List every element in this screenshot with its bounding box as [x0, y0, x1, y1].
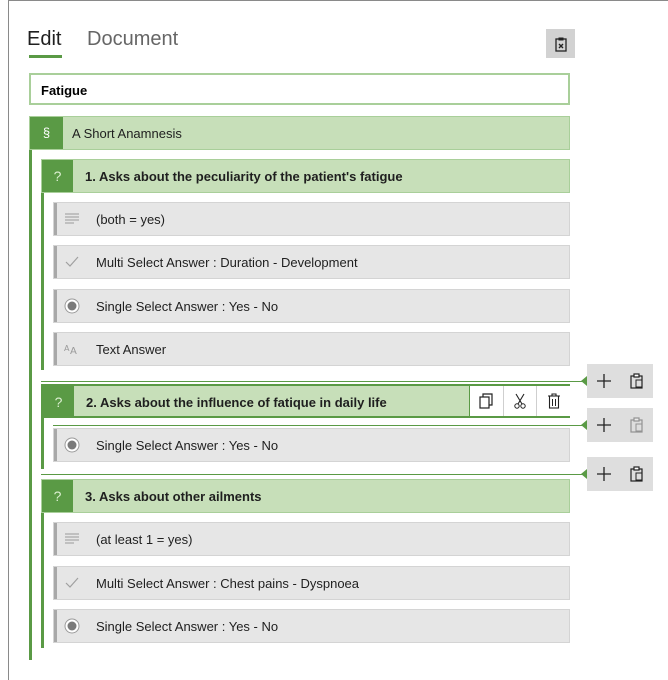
question-3-tree-line	[41, 512, 44, 648]
answer-label: Single Select Answer : Yes - No	[96, 438, 279, 453]
add-button[interactable]	[587, 364, 620, 398]
section-header[interactable]: § A Short Anamnesis	[29, 116, 570, 150]
answer-strip	[54, 290, 57, 322]
text-size-icon: AA	[63, 341, 81, 357]
question-label: 1. Asks about the peculiarity of the pat…	[85, 169, 403, 184]
insert-toolbar	[581, 408, 653, 442]
answer-item[interactable]: (at least 1 = yes)	[53, 522, 570, 556]
plus-icon	[596, 418, 611, 432]
lines-icon	[63, 531, 81, 547]
question-icon: ?	[43, 386, 74, 418]
question-icon: ?	[42, 160, 73, 192]
clear-clipboard-button[interactable]	[546, 29, 575, 58]
copy-icon	[479, 393, 493, 409]
radio-icon	[63, 437, 81, 453]
checkmark-icon	[63, 254, 81, 270]
section-label: A Short Anamnesis	[72, 126, 182, 141]
radio-icon	[63, 298, 81, 314]
question-item[interactable]: ? 3. Asks about other ailments	[41, 479, 570, 513]
scissors-icon	[514, 393, 526, 409]
cut-button[interactable]	[504, 386, 538, 416]
question-item-selected[interactable]: ? 2. Asks about the influence of fatique…	[41, 384, 570, 418]
insert-toolbar	[581, 457, 653, 491]
insert-line	[53, 425, 587, 426]
question-2-tree-line	[41, 416, 44, 469]
checkmark-icon	[63, 575, 81, 591]
tab-document[interactable]: Document	[87, 28, 178, 51]
document-title-field[interactable]: Fatigue	[29, 73, 570, 105]
radio-icon	[63, 618, 81, 634]
answer-strip	[54, 429, 57, 461]
answer-item[interactable]: Multi Select Answer : Chest pains - Dysp…	[53, 566, 570, 600]
answer-label: (both = yes)	[96, 212, 166, 227]
answer-strip	[54, 567, 57, 599]
question-label: 2. Asks about the influence of fatique i…	[86, 395, 387, 410]
answer-item[interactable]: Single Select Answer : Yes - No	[53, 428, 570, 462]
answer-item[interactable]: Single Select Answer : Yes - No	[53, 609, 570, 643]
answer-strip	[54, 610, 57, 642]
answer-strip	[54, 523, 57, 555]
question-icon: ?	[42, 480, 73, 512]
answer-strip	[54, 246, 57, 278]
lines-icon	[63, 211, 81, 227]
insert-arrow	[581, 420, 587, 430]
active-tab-indicator	[29, 55, 62, 58]
answer-label: Single Select Answer : Yes - No	[96, 299, 279, 314]
plus-icon	[596, 374, 611, 388]
answer-item[interactable]: (both = yes)	[53, 202, 570, 236]
copy-button[interactable]	[470, 386, 504, 416]
plus-icon	[596, 467, 611, 481]
answer-item[interactable]: Multi Select Answer : Duration - Develop…	[53, 245, 570, 279]
insert-toolbar	[581, 364, 653, 398]
tab-edit[interactable]: Edit	[27, 28, 61, 51]
question-actions	[469, 386, 570, 416]
question-item[interactable]: ? 1. Asks about the peculiarity of the p…	[41, 159, 570, 193]
insert-arrow	[581, 469, 587, 479]
answer-label: Multi Select Answer : Chest pains - Dysp…	[96, 576, 360, 591]
answer-strip	[54, 333, 57, 365]
paste-button[interactable]	[620, 457, 653, 491]
answer-label: (at least 1 = yes)	[96, 532, 193, 547]
insert-line	[41, 381, 587, 382]
clipboard-x-icon	[554, 37, 567, 52]
svg-text:A: A	[70, 346, 77, 355]
paste-button[interactable]	[620, 364, 653, 398]
paste-button-disabled[interactable]	[620, 408, 653, 442]
question-1-tree-line	[41, 192, 44, 370]
insert-arrow	[581, 376, 587, 386]
paste-icon	[629, 417, 643, 433]
answer-label: Text Answer	[96, 342, 167, 357]
section-icon: §	[30, 117, 63, 149]
section-tree-line	[29, 150, 32, 660]
delete-button[interactable]	[537, 386, 570, 416]
trash-icon	[547, 393, 560, 409]
question-label: 3. Asks about other ailments	[85, 489, 262, 504]
paste-icon	[629, 466, 643, 482]
paste-icon	[629, 373, 643, 389]
answer-item[interactable]: Single Select Answer : Yes - No	[53, 289, 570, 323]
insert-line	[41, 474, 587, 475]
answer-strip	[54, 203, 57, 235]
answer-item[interactable]: AA Text Answer	[53, 332, 570, 366]
answer-label: Single Select Answer : Yes - No	[96, 619, 279, 634]
add-button[interactable]	[587, 408, 620, 442]
answer-label: Multi Select Answer : Duration - Develop…	[96, 255, 358, 270]
add-button[interactable]	[587, 457, 620, 491]
